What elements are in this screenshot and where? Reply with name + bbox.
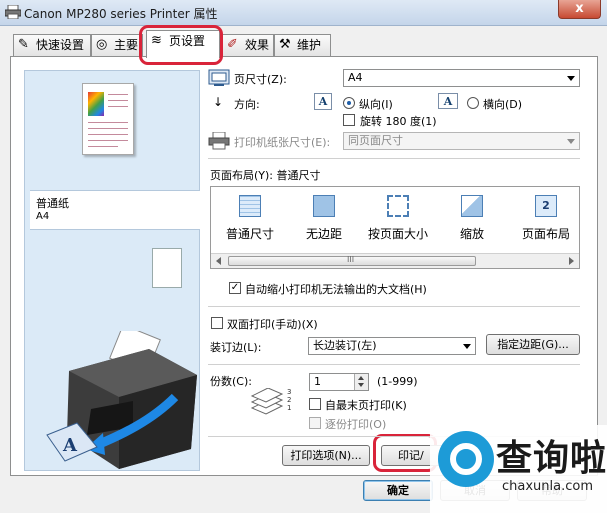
tab-maintenance[interactable]: ⚒ 维护 (274, 34, 331, 56)
collate-checkbox[interactable] (309, 417, 321, 429)
stapling-side-select[interactable]: 长边装订(左) (308, 337, 476, 355)
layout-option-normal[interactable]: 普通尺寸 (213, 187, 287, 253)
landscape-icon: A (438, 93, 458, 109)
borderless-icon (313, 195, 335, 217)
printer-paper-icon (208, 132, 230, 150)
tab-quick-setup[interactable]: ✎ 快速设置 (13, 34, 91, 56)
copies-spin-buttons[interactable] (354, 374, 368, 390)
collate-label: 逐份打印(O) (325, 418, 387, 431)
media-type: 普通纸 (36, 197, 69, 210)
duplex-label: 双面打印(手动)(X) (227, 318, 318, 331)
chevron-down-icon (567, 76, 575, 81)
landscape-radio[interactable] (467, 97, 479, 109)
decrement-icon[interactable] (358, 383, 364, 387)
divider (208, 306, 580, 307)
divider (208, 158, 580, 159)
copies-spinner[interactable]: 1 (309, 373, 369, 391)
rotate-180-checkbox[interactable] (343, 114, 355, 126)
page-size-select[interactable]: A4 (343, 69, 580, 87)
printer-paper-size-label: 打印机纸张尺寸(E): (234, 136, 331, 149)
window-title: Canon MP280 series Printer 属性 (24, 7, 218, 21)
print-options-button[interactable]: 打印选项(N)... (282, 445, 370, 466)
page-size-label: 页尺寸(Z): (234, 73, 287, 86)
landscape-label: 横向(D) (483, 98, 523, 111)
scaled-icon (461, 195, 483, 217)
tab-highlight-annotation (139, 25, 223, 65)
specify-margin-button[interactable]: 指定边距(G)... (486, 334, 580, 355)
svg-text:A: A (62, 435, 78, 456)
auto-reduce-label: 自动缩小打印机无法输出的大文档(H) (245, 283, 427, 296)
watermark-logo-icon (438, 431, 494, 487)
auto-reduce-checkbox[interactable]: ✓ (229, 282, 241, 294)
portrait-radio[interactable] (343, 97, 355, 109)
fit-to-page-icon (387, 195, 409, 217)
print-last-page-first-label: 自最末页打印(K) (325, 399, 407, 412)
divider (208, 364, 580, 365)
effects-icon: ✐ (227, 37, 238, 52)
paper-stack-icon (250, 388, 284, 415)
printer-app-icon (5, 5, 21, 19)
media-size: A4 (36, 211, 50, 222)
orientation-arrow-icon: ↓ (213, 95, 224, 109)
scrollbar-thumb[interactable]: III (228, 255, 476, 266)
maintenance-icon: ⚒ (279, 37, 291, 52)
print-last-page-first-checkbox[interactable] (309, 398, 321, 410)
scroll-right-icon[interactable] (569, 257, 574, 265)
layout-horizontal-scrollbar[interactable]: III (211, 253, 579, 268)
tab-effects[interactable]: ✐ 效果 (222, 34, 274, 56)
normal-size-icon (239, 195, 261, 217)
watermark: 查询啦 chaxunla.com (430, 425, 607, 513)
page-size-icon (208, 69, 230, 86)
printer-illustration: A (46, 331, 197, 469)
main-icon: ◎ (96, 37, 108, 52)
page-layout-icon: 2 (535, 195, 557, 217)
stapling-side-label: 装订边(L): (210, 341, 262, 354)
title-bar: Canon MP280 series Printer 属性 x (0, 0, 607, 26)
watermark-site: chaxunla.com (502, 479, 593, 494)
tab-main[interactable]: ◎ 主要 (91, 34, 143, 56)
checkmark-icon: ✓ (230, 282, 240, 293)
increment-icon[interactable] (358, 376, 364, 380)
page-preview-thumbnail (82, 83, 134, 155)
ok-button[interactable]: 确定 (363, 480, 433, 501)
rotate-180-label: 旋转 180 度(1) (360, 115, 437, 128)
copies-range: (1-999) (377, 375, 418, 388)
close-button[interactable]: x (558, 0, 601, 19)
layout-option-fit-to-page[interactable]: 按页面大小 (361, 187, 435, 253)
printer-paper-size-select[interactable]: 同页面尺寸 (343, 132, 580, 150)
portrait-icon: A (314, 93, 332, 110)
scrollbar-grip: III (347, 255, 355, 264)
page-layout-label: 页面布局(Y): 普通尺寸 (210, 169, 321, 182)
chevron-down-icon (567, 139, 575, 144)
scroll-left-icon[interactable] (216, 257, 221, 265)
duplex-checkbox[interactable] (211, 317, 223, 329)
chevron-down-icon (463, 344, 471, 349)
copies-label: 份数(C): (210, 375, 252, 388)
layout-option-borderless[interactable]: 无边距 (287, 187, 361, 253)
quick-setup-icon: ✎ (18, 37, 29, 52)
portrait-label: 纵向(I) (359, 98, 393, 111)
page-order-numbers: 321 (287, 388, 292, 412)
color-block-image (88, 92, 104, 116)
close-icon: x (575, 1, 584, 16)
orientation-label: 方向: (234, 98, 260, 111)
watermark-brand: 查询啦 (496, 438, 607, 479)
layout-option-page-layout[interactable]: 2 页面布局 (509, 187, 583, 253)
page-layout-list: 普通尺寸 无边距 按页面大小 缩放 2 页面布局 III (210, 186, 580, 269)
media-info: 普通纸 A4 (30, 190, 200, 230)
layout-option-scaled[interactable]: 缩放 (435, 187, 509, 253)
paper-orientation-preview (152, 248, 182, 288)
